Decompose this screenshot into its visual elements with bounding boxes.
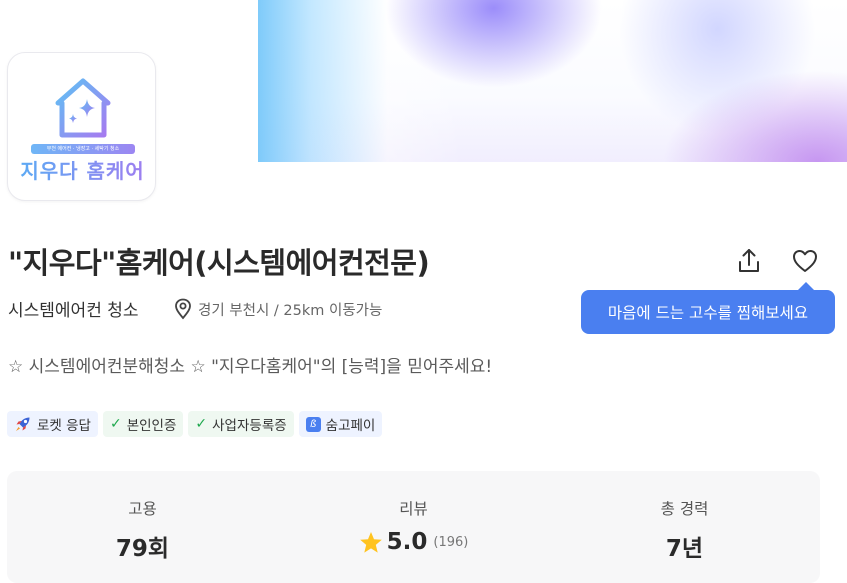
share-icon bbox=[739, 249, 759, 272]
location-pin-icon bbox=[175, 298, 191, 320]
star-icon bbox=[359, 531, 382, 553]
stat-label: 리뷰 bbox=[399, 500, 428, 518]
badge-business-registration: ✓ 사업자등록증 bbox=[188, 411, 294, 437]
stat-label: 고용 bbox=[128, 500, 157, 518]
pay-icon: ß bbox=[305, 416, 321, 432]
logo-title: 지우다 홈케어 bbox=[8, 155, 155, 184]
hires-value: 79회 bbox=[115, 536, 170, 562]
logo-strip-text: 부천 에어컨 · 냉장고 · 세탁기 청소 bbox=[31, 144, 135, 154]
check-icon: ✓ bbox=[195, 416, 208, 432]
review-count: (196) bbox=[433, 534, 469, 550]
location: 경기 부천시 / 25km 이동가능 bbox=[174, 298, 382, 320]
heart-icon bbox=[793, 250, 817, 272]
stats-panel: 고용 79회 리뷰 5.0 (196) 총 경력 7년 bbox=[7, 471, 820, 583]
intro-text: ☆ 시스템에어컨분해청소 ☆ "지우다홈케어"의 [능력]을 믿어주세요! bbox=[8, 357, 493, 377]
location-text: 경기 부천시 / 25km 이동가능 bbox=[198, 302, 383, 319]
badge-label: 로켓 응답 bbox=[37, 418, 91, 434]
badge-identity-verified: ✓ 본인인증 bbox=[102, 411, 184, 437]
stat-hires: 고용 79회 bbox=[7, 471, 278, 583]
badge-label: 본인인증 bbox=[126, 418, 177, 434]
rocket-icon bbox=[16, 417, 30, 431]
badge-list: 로켓 응답 ✓ 본인인증 ✓ 사업자등록증 ß 숨고페이 bbox=[7, 411, 383, 437]
page-title: "지우다"홈케어(시스템에어컨전문) bbox=[8, 246, 430, 280]
badge-label: 사업자등록증 bbox=[212, 418, 287, 434]
rating-value: 5.0 bbox=[386, 529, 428, 555]
house-logo-icon bbox=[55, 78, 111, 138]
cover-banner bbox=[258, 0, 847, 162]
tooltip-text: 마음에 드는 고수를 찜해보세요 bbox=[607, 304, 809, 322]
share-button[interactable] bbox=[734, 246, 764, 276]
badge-soomgo-pay: ß 숨고페이 bbox=[298, 411, 383, 437]
profile-logo: 부천 에어컨 · 냉장고 · 세탁기 청소 지우다 홈케어 bbox=[7, 52, 156, 201]
stat-value: 79회 bbox=[116, 529, 169, 563]
check-icon: ✓ bbox=[109, 416, 122, 432]
stat-reviews[interactable]: 리뷰 5.0 (196) bbox=[278, 471, 549, 583]
badge-label: 숨고페이 bbox=[325, 418, 376, 434]
career-value: 7년 bbox=[665, 536, 704, 562]
favorite-tooltip: 마음에 드는 고수를 찜해보세요 bbox=[581, 282, 835, 334]
stat-label: 총 경력 bbox=[660, 500, 709, 518]
stat-value: 7년 bbox=[666, 529, 703, 563]
stat-career: 총 경력 7년 bbox=[549, 471, 820, 583]
badge-rocket-response: 로켓 응답 bbox=[7, 411, 98, 437]
stat-value: 5.0 (196) bbox=[359, 529, 469, 555]
favorite-button[interactable] bbox=[790, 246, 820, 276]
service-category: 시스템에어컨 청소 bbox=[8, 301, 139, 321]
